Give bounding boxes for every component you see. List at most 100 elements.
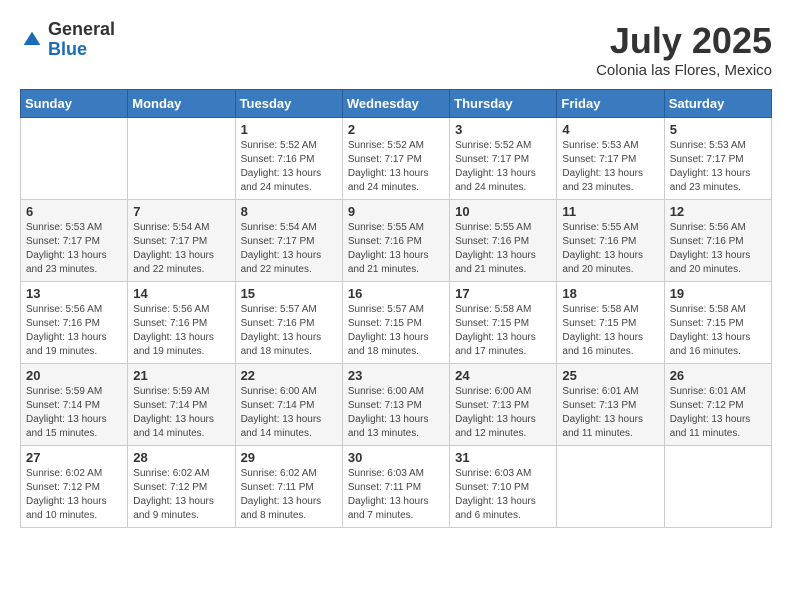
logo-general: General	[48, 20, 115, 40]
calendar-cell: 12 Sunrise: 5:56 AM Sunset: 7:16 PM Dayli…	[664, 200, 771, 282]
day-number: 30	[348, 450, 444, 465]
calendar-cell: 5Sunrise: 5:53 AM Sunset: 7:17 PM Daylig…	[664, 118, 771, 200]
day-number: 4	[562, 122, 658, 137]
day-number: 31	[455, 450, 551, 465]
cell-content: Sunrise: 5:58 AM Sunset: 7:15 PM Dayligh…	[670, 303, 766, 359]
day-number: 7	[133, 204, 229, 219]
day-number: 12	[670, 204, 766, 219]
cell-content: Sunrise: 6:02 AM Sunset: 7:11 PM Dayligh…	[241, 467, 337, 523]
day-number: 20	[26, 368, 122, 383]
calendar-cell: 16 Sunrise: 5:57 AM Sunset: 7:15 PM Dayli…	[342, 282, 449, 364]
cell-content: Sunrise: 5:59 AM Sunset: 7:14 PM Dayligh…	[133, 385, 229, 441]
day-number: 8	[241, 204, 337, 219]
title-block: July 2025 Colonia las Flores, Mexico	[596, 20, 772, 79]
cell-content: Sunrise: 5:57 AM Sunset: 7:15 PM Dayligh…	[348, 303, 444, 359]
logo-icon	[22, 30, 42, 50]
day-number: 18	[562, 286, 658, 301]
month-title: July 2025	[596, 20, 772, 62]
calendar-cell: 9 Sunrise: 5:55 AM Sunset: 7:16 PM Daylig…	[342, 200, 449, 282]
day-number: 22	[241, 368, 337, 383]
calendar-cell	[557, 446, 664, 528]
cell-content: Sunrise: 5:56 AM Sunset: 7:16 PM Dayligh…	[133, 303, 229, 359]
cell-content: Sunrise: 6:00 AM Sunset: 7:14 PM Dayligh…	[241, 385, 337, 441]
cell-content: Sunrise: 5:54 AM Sunset: 7:17 PM Dayligh…	[133, 221, 229, 277]
cell-content: Sunrise: 5:59 AM Sunset: 7:14 PM Dayligh…	[26, 385, 122, 441]
cell-content: Sunrise: 6:03 AM Sunset: 7:11 PM Dayligh…	[348, 467, 444, 523]
cell-content: Sunrise: 5:56 AM Sunset: 7:16 PM Dayligh…	[670, 221, 766, 277]
day-number: 26	[670, 368, 766, 383]
calendar-cell: 29 Sunrise: 6:02 AM Sunset: 7:11 PM Dayli…	[235, 446, 342, 528]
cell-content: Sunrise: 5:52 AM Sunset: 7:17 PM Dayligh…	[455, 139, 551, 195]
cell-content: Sunrise: 5:53 AM Sunset: 7:17 PM Dayligh…	[670, 139, 766, 195]
calendar-cell: 14 Sunrise: 5:56 AM Sunset: 7:16 PM Dayli…	[128, 282, 235, 364]
calendar-cell: 27Sunrise: 6:02 AM Sunset: 7:12 PM Dayli…	[21, 446, 128, 528]
calendar-cell: 31Sunrise: 6:03 AM Sunset: 7:10 PM Dayli…	[450, 446, 557, 528]
day-header-wednesday: Wednesday	[342, 90, 449, 118]
calendar-week-5: 27Sunrise: 6:02 AM Sunset: 7:12 PM Dayli…	[21, 446, 772, 528]
calendar-cell: 18 Sunrise: 5:58 AM Sunset: 7:15 PM Dayli…	[557, 282, 664, 364]
logo-blue: Blue	[48, 40, 115, 60]
cell-content: Sunrise: 5:57 AM Sunset: 7:16 PM Dayligh…	[241, 303, 337, 359]
cell-content: Sunrise: 5:55 AM Sunset: 7:16 PM Dayligh…	[455, 221, 551, 277]
calendar-cell: 22 Sunrise: 6:00 AM Sunset: 7:14 PM Dayli…	[235, 364, 342, 446]
cell-content: Sunrise: 5:58 AM Sunset: 7:15 PM Dayligh…	[562, 303, 658, 359]
day-number: 11	[562, 204, 658, 219]
cell-content: Sunrise: 5:53 AM Sunset: 7:17 PM Dayligh…	[562, 139, 658, 195]
calendar-cell: 26Sunrise: 6:01 AM Sunset: 7:12 PM Dayli…	[664, 364, 771, 446]
day-number: 21	[133, 368, 229, 383]
cell-content: Sunrise: 6:01 AM Sunset: 7:13 PM Dayligh…	[562, 385, 658, 441]
calendar-cell: 21 Sunrise: 5:59 AM Sunset: 7:14 PM Dayli…	[128, 364, 235, 446]
logo: General Blue	[20, 20, 115, 60]
calendar-week-4: 20 Sunrise: 5:59 AM Sunset: 7:14 PM Dayli…	[21, 364, 772, 446]
day-number: 15	[241, 286, 337, 301]
day-number: 25	[562, 368, 658, 383]
calendar-cell: 4 Sunrise: 5:53 AM Sunset: 7:17 PM Daylig…	[557, 118, 664, 200]
day-header-thursday: Thursday	[450, 90, 557, 118]
day-header-tuesday: Tuesday	[235, 90, 342, 118]
day-header-saturday: Saturday	[664, 90, 771, 118]
day-header-friday: Friday	[557, 90, 664, 118]
calendar-cell: 6 Sunrise: 5:53 AM Sunset: 7:17 PM Daylig…	[21, 200, 128, 282]
calendar-cell: 28Sunrise: 6:02 AM Sunset: 7:12 PM Dayli…	[128, 446, 235, 528]
calendar-cell: 30 Sunrise: 6:03 AM Sunset: 7:11 PM Dayli…	[342, 446, 449, 528]
day-header-sunday: Sunday	[21, 90, 128, 118]
calendar-cell: 11Sunrise: 5:55 AM Sunset: 7:16 PM Dayli…	[557, 200, 664, 282]
day-number: 29	[241, 450, 337, 465]
cell-content: Sunrise: 5:53 AM Sunset: 7:17 PM Dayligh…	[26, 221, 122, 277]
calendar-cell	[21, 118, 128, 200]
calendar-week-2: 6 Sunrise: 5:53 AM Sunset: 7:17 PM Daylig…	[21, 200, 772, 282]
cell-content: Sunrise: 6:02 AM Sunset: 7:12 PM Dayligh…	[26, 467, 122, 523]
cell-content: Sunrise: 6:02 AM Sunset: 7:12 PM Dayligh…	[133, 467, 229, 523]
calendar-week-3: 13 Sunrise: 5:56 AM Sunset: 7:16 PM Dayli…	[21, 282, 772, 364]
calendar-cell: 23Sunrise: 6:00 AM Sunset: 7:13 PM Dayli…	[342, 364, 449, 446]
cell-content: Sunrise: 5:58 AM Sunset: 7:15 PM Dayligh…	[455, 303, 551, 359]
calendar-cell: 17 Sunrise: 5:58 AM Sunset: 7:15 PM Dayli…	[450, 282, 557, 364]
day-number: 2	[348, 122, 444, 137]
day-header-monday: Monday	[128, 90, 235, 118]
calendar-cell: 24Sunrise: 6:00 AM Sunset: 7:13 PM Dayli…	[450, 364, 557, 446]
day-number: 14	[133, 286, 229, 301]
day-number: 24	[455, 368, 551, 383]
day-number: 23	[348, 368, 444, 383]
day-number: 17	[455, 286, 551, 301]
calendar-cell: 8 Sunrise: 5:54 AM Sunset: 7:17 PM Daylig…	[235, 200, 342, 282]
calendar-cell: 1 Sunrise: 5:52 AM Sunset: 7:16 PM Daylig…	[235, 118, 342, 200]
day-number: 6	[26, 204, 122, 219]
cell-content: Sunrise: 5:52 AM Sunset: 7:17 PM Dayligh…	[348, 139, 444, 195]
calendar-cell: 15 Sunrise: 5:57 AM Sunset: 7:16 PM Dayli…	[235, 282, 342, 364]
cell-content: Sunrise: 5:54 AM Sunset: 7:17 PM Dayligh…	[241, 221, 337, 277]
calendar-week-1: 1 Sunrise: 5:52 AM Sunset: 7:16 PM Daylig…	[21, 118, 772, 200]
calendar-header-row: SundayMondayTuesdayWednesdayThursdayFrid…	[21, 90, 772, 118]
day-number: 1	[241, 122, 337, 137]
calendar-cell: 19Sunrise: 5:58 AM Sunset: 7:15 PM Dayli…	[664, 282, 771, 364]
calendar-table: SundayMondayTuesdayWednesdayThursdayFrid…	[20, 89, 772, 528]
day-number: 3	[455, 122, 551, 137]
day-number: 9	[348, 204, 444, 219]
day-number: 16	[348, 286, 444, 301]
calendar-cell: 20 Sunrise: 5:59 AM Sunset: 7:14 PM Dayli…	[21, 364, 128, 446]
calendar-cell: 2 Sunrise: 5:52 AM Sunset: 7:17 PM Daylig…	[342, 118, 449, 200]
day-number: 13	[26, 286, 122, 301]
calendar-cell: 10Sunrise: 5:55 AM Sunset: 7:16 PM Dayli…	[450, 200, 557, 282]
cell-content: Sunrise: 5:52 AM Sunset: 7:16 PM Dayligh…	[241, 139, 337, 195]
cell-content: Sunrise: 5:55 AM Sunset: 7:16 PM Dayligh…	[348, 221, 444, 277]
